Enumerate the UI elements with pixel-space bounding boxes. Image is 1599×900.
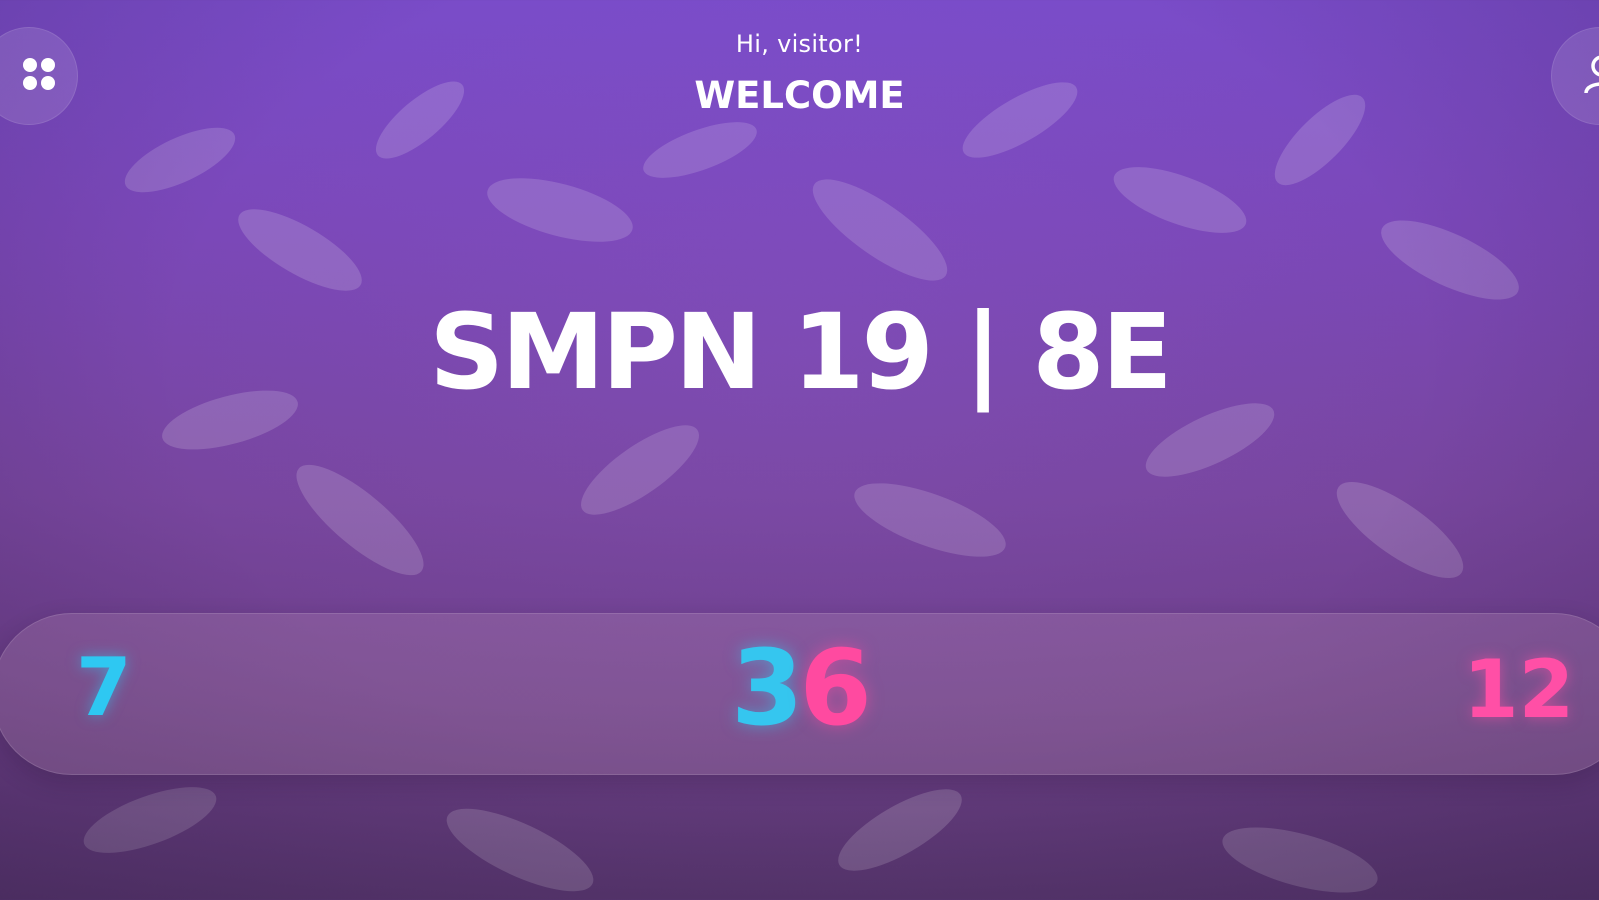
school-class-title: SMPN 19 | 8E (429, 291, 1172, 413)
total-students-count: 36 (0, 636, 1599, 740)
total-digit-tens: 3 (731, 627, 803, 749)
girls-count: 12 (1463, 643, 1575, 736)
greeting-text: Hi, visitor! (735, 30, 864, 58)
welcome-title: WELCOME (694, 74, 905, 117)
total-digit-ones: 6 (799, 627, 872, 749)
